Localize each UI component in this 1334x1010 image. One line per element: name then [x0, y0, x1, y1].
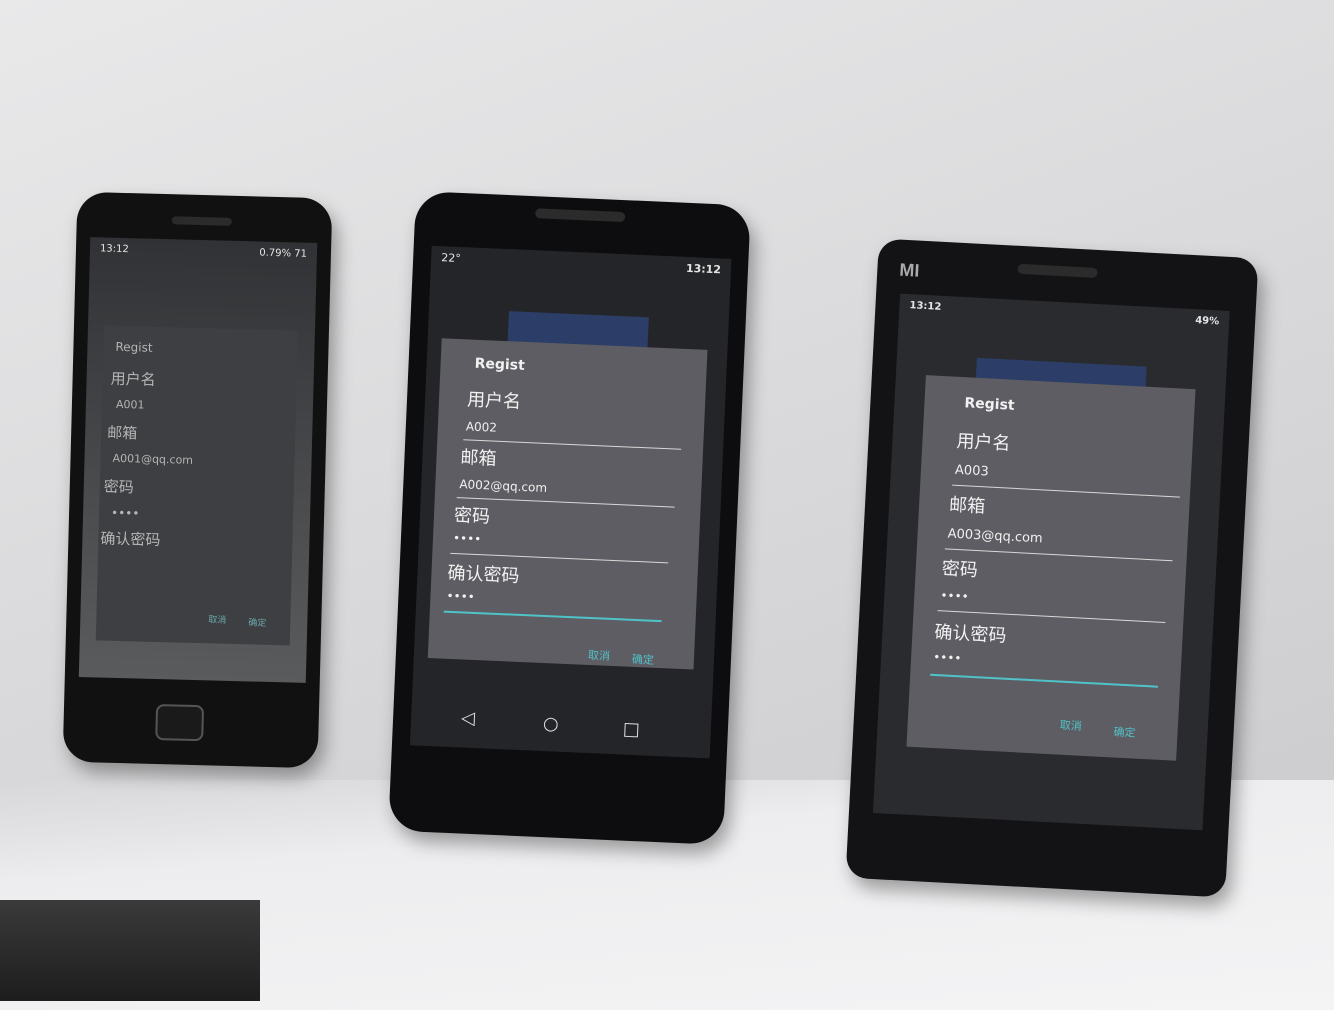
- username-label: 用户名: [110, 369, 156, 389]
- username-field[interactable]: A002: [466, 419, 498, 434]
- email-field[interactable]: A002@qq.com: [459, 477, 547, 495]
- email-field[interactable]: A003@qq.com: [947, 527, 1043, 547]
- confirm-password-field[interactable]: ••••: [446, 589, 475, 604]
- status-time: 13:12: [99, 242, 129, 255]
- phone-2: 22° 13:12 Regist 用户名 A002 邮箱 A002@qq.com…: [388, 190, 751, 846]
- email-label: 邮箱: [106, 423, 138, 443]
- status-bar: 22° 13:12: [431, 246, 732, 281]
- email-field[interactable]: A001@qq.com: [112, 452, 193, 467]
- ok-button[interactable]: 确定: [632, 651, 655, 668]
- username-underline: [952, 484, 1180, 498]
- username-label: 用户名: [955, 430, 1011, 455]
- recents-icon[interactable]: □: [622, 719, 640, 741]
- ok-button[interactable]: 确定: [1113, 723, 1136, 740]
- username-field[interactable]: A003: [955, 463, 989, 480]
- dialog-title: Regist: [474, 355, 526, 374]
- status-time: 13:12: [685, 261, 722, 276]
- phone-3: MI 13:12 49% Regist 用户名 A003 邮箱 A003@qq.…: [845, 238, 1259, 898]
- confirm-password-field[interactable]: ••••: [933, 650, 962, 665]
- earpiece: [171, 216, 232, 226]
- regist-dialog: Regist 用户名 A002 邮箱 A002@qq.com 密码 •••• 确…: [427, 338, 708, 670]
- phone-1: 13:12 0.79% 71 Regist 用户名 A001 邮箱 A001@q…: [62, 191, 333, 769]
- floor-edge: [0, 900, 260, 1001]
- status-indicators: 0.79% 71: [259, 247, 308, 260]
- earpiece: [535, 208, 626, 223]
- home-icon[interactable]: ○: [543, 713, 560, 735]
- password-field[interactable]: ••••: [940, 588, 969, 603]
- confirm-password-label: 确认密码: [933, 621, 1007, 647]
- password-field[interactable]: ••••: [111, 506, 140, 521]
- password-label: 密码: [941, 558, 979, 582]
- status-time: 13:12: [909, 299, 942, 313]
- cancel-button[interactable]: 取消: [208, 612, 226, 625]
- status-bar: 13:12 49%: [899, 294, 1230, 333]
- back-icon[interactable]: ◁: [461, 707, 476, 729]
- confirm-password-label: 确认密码: [447, 562, 520, 587]
- password-label: 密码: [453, 504, 491, 528]
- dialog-title: Regist: [115, 339, 153, 355]
- status-weather: 22°: [440, 250, 462, 265]
- username-label: 用户名: [466, 389, 522, 413]
- confirm-password-underline: [930, 673, 1158, 688]
- phone-1-screen: 13:12 0.79% 71 Regist 用户名 A001 邮箱 A001@q…: [78, 237, 318, 683]
- confirm-password-underline: [443, 610, 662, 623]
- phone-3-screen: 13:12 49% Regist 用户名 A003 邮箱 A003@qq.com…: [872, 293, 1230, 831]
- regist-dialog: Regist 用户名 A001 邮箱 A001@qq.com 密码 •••• 确…: [95, 325, 298, 646]
- email-label: 邮箱: [948, 494, 986, 518]
- dialog-title: Regist: [964, 395, 1015, 414]
- cancel-button[interactable]: 取消: [1059, 717, 1082, 734]
- cancel-button[interactable]: 取消: [588, 647, 611, 664]
- home-button[interactable]: [155, 703, 205, 742]
- confirm-password-label: 确认密码: [100, 529, 161, 550]
- ok-button[interactable]: 确定: [248, 615, 266, 628]
- regist-dialog: Regist 用户名 A003 邮箱 A003@qq.com 密码 •••• 确…: [906, 375, 1196, 761]
- earpiece: [1017, 263, 1098, 278]
- email-underline: [944, 548, 1173, 562]
- status-bar: 13:12 0.79% 71: [90, 237, 317, 265]
- brand-logo: MI: [898, 259, 920, 281]
- status-battery: 49%: [1194, 314, 1220, 327]
- phone-2-screen: 22° 13:12 Regist 用户名 A002 邮箱 A002@qq.com…: [409, 245, 732, 759]
- password-field[interactable]: ••••: [453, 531, 482, 546]
- email-label: 邮箱: [460, 447, 497, 470]
- username-field[interactable]: A001: [116, 398, 145, 412]
- password-label: 密码: [103, 477, 135, 497]
